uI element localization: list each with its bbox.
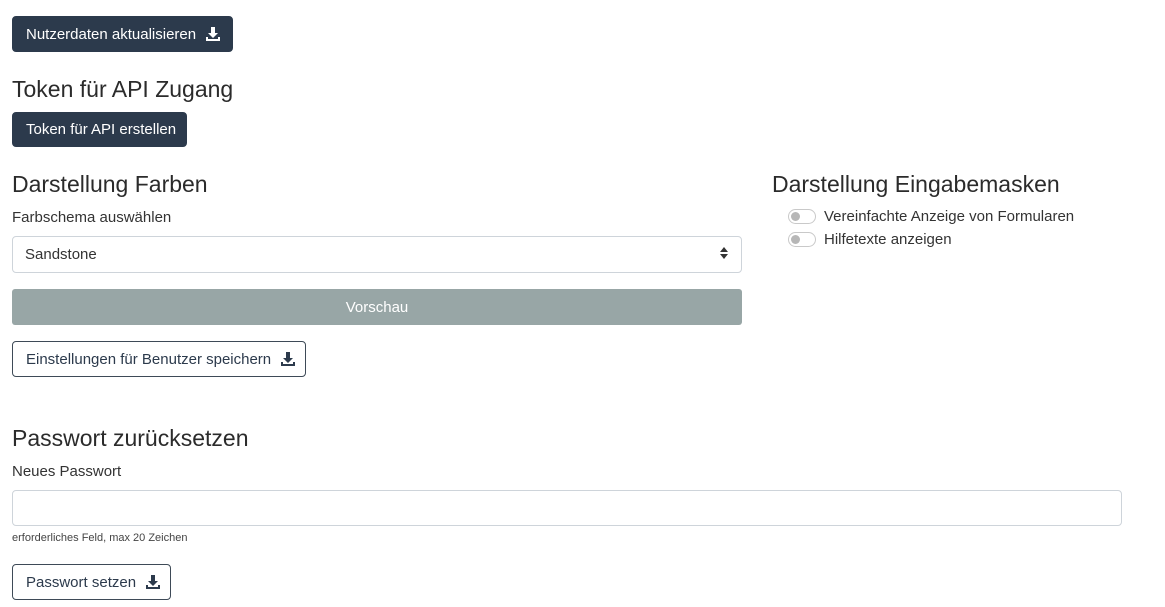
download-icon (205, 26, 221, 42)
toggle-knob (791, 235, 800, 244)
password-reset-heading: Passwort zurücksetzen (12, 425, 249, 451)
set-password-label: Passwort setzen (26, 573, 137, 591)
help-texts-toggle[interactable] (788, 232, 816, 247)
api-token-heading: Token für API Zugang (12, 76, 234, 102)
save-user-settings-label: Einstellungen für Benutzer speichern (26, 350, 272, 368)
create-api-token-label: Token für API erstellen (26, 121, 177, 138)
simplified-forms-toggle[interactable] (788, 209, 816, 224)
save-user-settings-button[interactable]: Einstellungen für Benutzer speichern (12, 341, 306, 377)
new-password-label: Neues Passwort (12, 463, 122, 480)
color-scheme-select[interactable]: Sandstone (12, 236, 742, 273)
create-api-token-button[interactable]: Token für API erstellen (12, 112, 187, 147)
simplified-forms-option: Vereinfachte Anzeige von Formularen (788, 208, 1074, 225)
set-password-button[interactable]: Passwort setzen (12, 564, 171, 600)
update-user-data-label: Nutzerdaten aktualisieren (26, 25, 197, 43)
preview-label: Vorschau (345, 298, 409, 316)
color-scheme-label: Farbschema auswählen (12, 209, 172, 226)
help-texts-label: Hilfetexte anzeigen (824, 231, 952, 248)
input-masks-heading: Darstellung Eingabemasken (772, 171, 1060, 197)
color-scheme-value: Sandstone (25, 246, 97, 263)
color-settings-heading: Darstellung Farben (12, 171, 208, 197)
password-help-text: erforderliches Feld, max 20 Zeichen (12, 532, 188, 544)
update-user-data-button[interactable]: Nutzerdaten aktualisieren (12, 16, 233, 52)
help-texts-option: Hilfetexte anzeigen (788, 231, 952, 248)
select-arrows-icon (719, 246, 729, 264)
preview-button[interactable]: Vorschau (12, 289, 742, 325)
download-icon (280, 351, 296, 367)
new-password-input[interactable] (12, 490, 1122, 526)
download-icon (145, 574, 161, 590)
simplified-forms-label: Vereinfachte Anzeige von Formularen (824, 208, 1075, 225)
toggle-knob (791, 212, 800, 221)
